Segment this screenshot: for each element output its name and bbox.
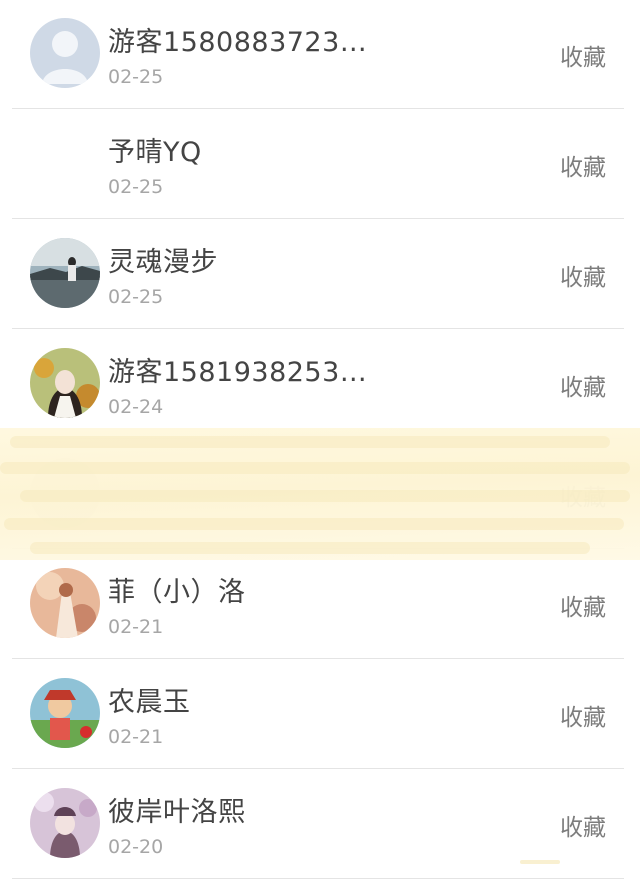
avatar[interactable] [30, 348, 100, 418]
user-name[interactable]: 游客1580883723… [108, 20, 367, 59]
list-item[interactable]: 游客1581938253… 02-24 收藏 [12, 330, 624, 439]
date-label: 02-24 [108, 396, 164, 418]
list-item[interactable]: 游客1580883723… 02-25 收藏 [12, 0, 624, 109]
date-label: 02-21 [108, 616, 164, 638]
favorite-button[interactable]: 收藏 [560, 368, 606, 402]
favorite-button[interactable]: 收藏 [560, 808, 606, 842]
redaction-overlay [0, 428, 640, 560]
avatar[interactable] [30, 788, 100, 858]
redaction-stroke [520, 860, 560, 864]
avatar-empty[interactable] [30, 128, 100, 198]
date-label: 02-25 [108, 286, 164, 308]
date-label: 02-25 [108, 66, 164, 88]
date-label: 02-25 [108, 176, 164, 198]
avatar[interactable] [30, 678, 100, 748]
redaction-stroke [4, 518, 624, 530]
list-item[interactable]: 菲（小）洛 02-21 收藏 [12, 550, 624, 659]
favorite-button[interactable]: 收藏 [560, 698, 606, 732]
favorite-button[interactable]: 收藏 [560, 148, 606, 182]
user-name[interactable]: 农晨玉 [108, 680, 191, 719]
date-label: 02-21 [108, 726, 164, 748]
user-name[interactable]: 菲（小）洛 [108, 570, 246, 609]
date-label: 02-20 [108, 836, 164, 858]
avatar[interactable] [30, 238, 100, 308]
avatar[interactable] [30, 568, 100, 638]
redaction-stroke [20, 490, 630, 502]
list-item[interactable]: 灵魂漫步 02-25 收藏 [12, 220, 624, 329]
list-item[interactable]: 予晴YQ 02-25 收藏 [12, 110, 624, 219]
list-item[interactable]: 农晨玉 02-21 收藏 [12, 660, 624, 769]
default-avatar-icon[interactable] [30, 18, 100, 88]
favorite-button[interactable]: 收藏 [560, 38, 606, 72]
redaction-stroke [30, 542, 590, 554]
user-name[interactable]: 游客1581938253… [108, 350, 367, 389]
favorite-button[interactable]: 收藏 [560, 258, 606, 292]
redaction-stroke [10, 436, 610, 448]
user-name[interactable]: 灵魂漫步 [108, 240, 218, 279]
redaction-stroke [0, 462, 630, 474]
favorite-button[interactable]: 收藏 [560, 588, 606, 622]
user-name[interactable]: 予晴YQ [108, 130, 202, 169]
user-name[interactable]: 彼岸叶洛熙 [108, 790, 246, 829]
